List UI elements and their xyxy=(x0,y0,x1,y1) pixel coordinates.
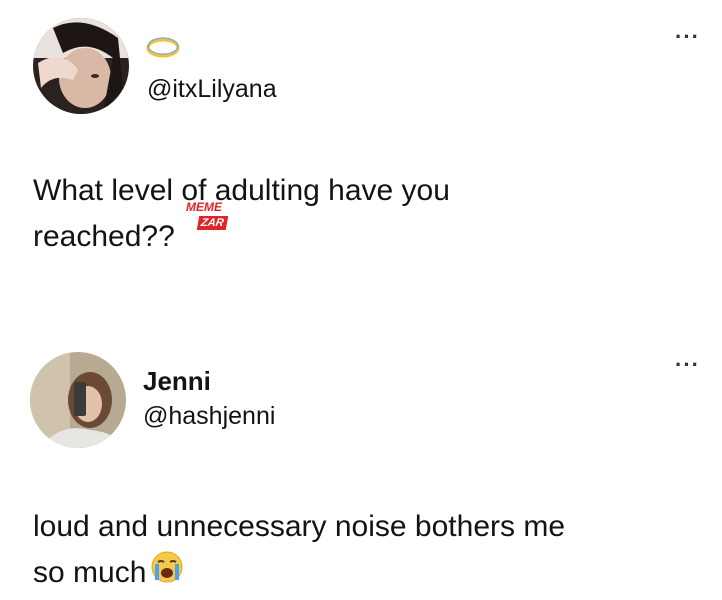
tweet-text: loud and unnecessary noise bothers me so… xyxy=(33,504,713,598)
memezar-watermark: MEME ZAR xyxy=(186,200,246,240)
more-options-icon[interactable]: ··· xyxy=(675,354,700,376)
tweet-text-line: reached?? xyxy=(33,220,175,253)
loudly-crying-face-icon xyxy=(150,550,184,598)
tweet-text-fragment: so much xyxy=(33,556,147,589)
user-handle[interactable]: @itxLilyana xyxy=(147,75,277,104)
tweet-text-line: loud and unnecessary noise bothers me xyxy=(33,510,566,543)
tweet-post-lilyana: @itxLilyana ··· What level of adulting h… xyxy=(0,0,722,330)
avatar[interactable] xyxy=(33,18,129,114)
avatar-photo xyxy=(30,352,126,448)
avatar[interactable] xyxy=(30,352,126,448)
watermark-text-top: MEME xyxy=(186,200,222,214)
more-options-icon[interactable]: ··· xyxy=(675,26,700,48)
tweet-text: What level of adulting have you reached?… xyxy=(33,168,593,260)
tweet-text-line: so much xyxy=(33,550,713,598)
watermark-text-box: ZAR xyxy=(196,216,228,230)
halo-icon xyxy=(145,30,181,65)
display-name[interactable]: Jenni xyxy=(143,366,211,397)
avatar-photo xyxy=(33,18,129,114)
tweet-text-line: What level of adulting have you xyxy=(33,174,450,207)
tweet-post-jenni: Jenni @hashjenni ··· loud and unnecessar… xyxy=(0,330,722,600)
user-handle[interactable]: @hashjenni xyxy=(143,402,275,431)
